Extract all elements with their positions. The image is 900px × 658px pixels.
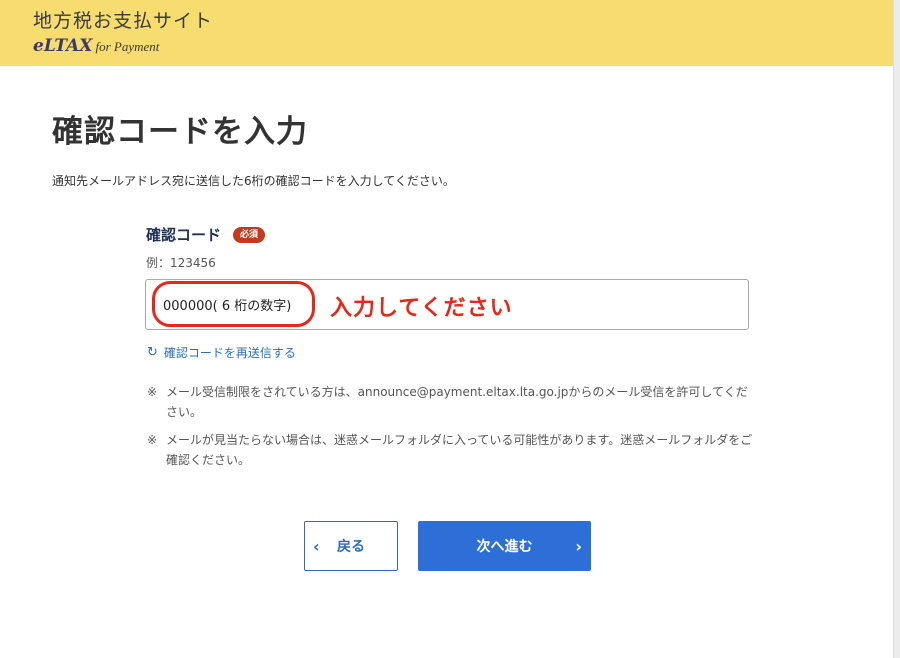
resend-code-label: 確認コードを再送信する: [163, 346, 296, 360]
back-button-label: 戻る: [337, 539, 365, 555]
refresh-icon: ↻: [147, 345, 158, 360]
eltax-logo[interactable]: eLTAX for Payment: [33, 36, 159, 56]
site-title: 地方税お支払サイト: [33, 10, 214, 32]
page-title: 確認コードを入力: [52, 114, 308, 150]
note-mark: ※: [147, 385, 158, 399]
chevron-right-icon: ›: [575, 536, 582, 556]
scrollbar[interactable]: [893, 0, 900, 658]
next-button-label: 次へ進む: [476, 539, 533, 555]
note-item: ※ メール受信制限をされている方は、announce@payment.eltax…: [147, 382, 756, 422]
logo-subtitle: for Payment: [95, 39, 160, 54]
site-header: 地方税お支払サイト eLTAX for Payment: [0, 0, 893, 66]
code-field-label-row: 確認コード 必須: [146, 224, 266, 245]
logo-brand: eLTAX: [33, 36, 93, 56]
annotation-text: 入力してください: [330, 296, 513, 321]
page: 地方税お支払サイト eLTAX for Payment 確認コードを入力 通知先メ…: [0, 0, 893, 658]
back-button[interactable]: ‹ 戻る: [304, 521, 398, 571]
page-description: 通知先メールアドレス宛に送信した6桁の確認コードを入力してください。: [52, 174, 455, 188]
note-mark: ※: [147, 433, 158, 447]
resend-code-link[interactable]: ↻ 確認コードを再送信する: [147, 344, 296, 361]
note-item: ※ メールが見当たらない場合は、迷惑メールフォルダに入っている可能性があります。…: [147, 430, 756, 470]
chevron-left-icon: ‹: [313, 536, 320, 556]
next-button[interactable]: 次へ進む ›: [418, 521, 591, 571]
required-badge: 必須: [233, 226, 266, 243]
code-field-label: 確認コード: [146, 226, 222, 244]
note-text: メールが見当たらない場合は、迷惑メールフォルダに入っている可能性があります。迷惑…: [166, 433, 753, 467]
code-field-example: 例：123456: [146, 256, 216, 270]
note-text: メール受信制限をされている方は、announce@payment.eltax.l…: [166, 385, 748, 419]
